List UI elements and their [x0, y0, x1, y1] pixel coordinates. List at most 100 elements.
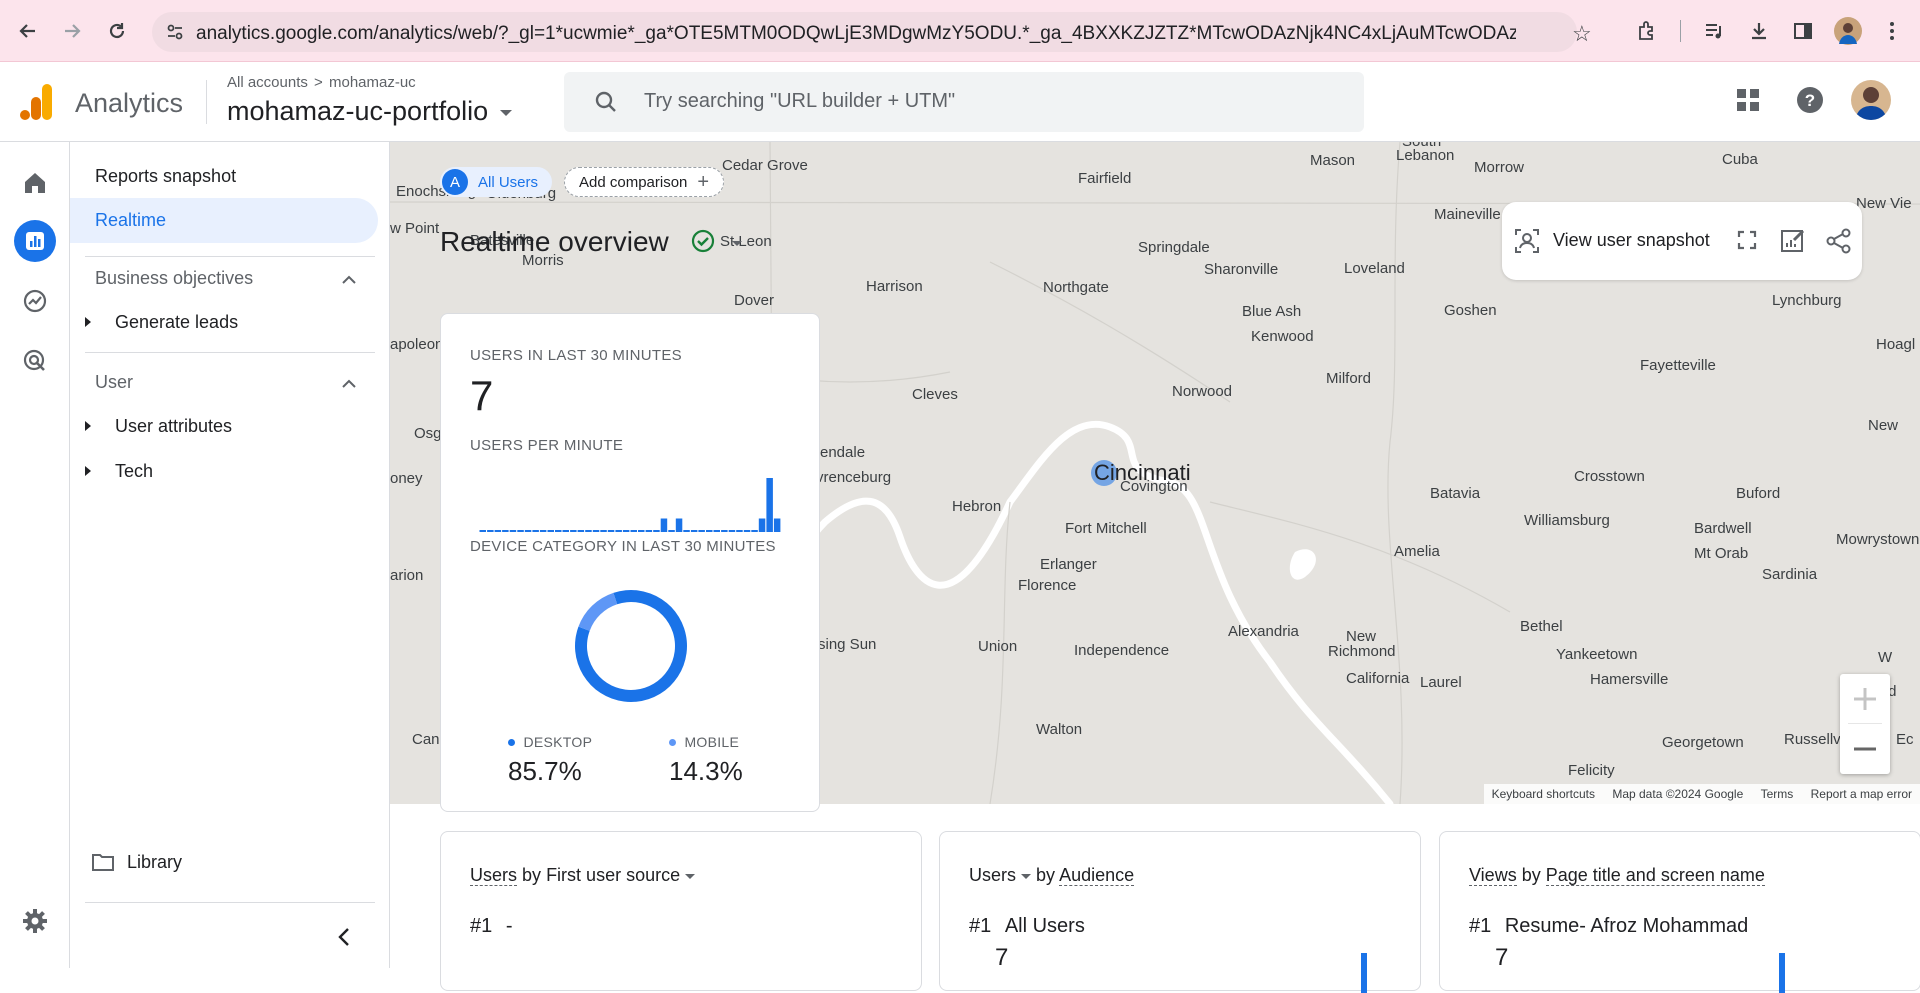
- map-place-label: Springdale: [1138, 239, 1210, 256]
- breadcrumb-account[interactable]: mohamaz-uc: [329, 74, 416, 91]
- map-place-label: Williamsburg: [1524, 512, 1610, 529]
- map-place-label: Union: [978, 638, 1018, 655]
- dimension-dropdown-icon[interactable]: [685, 873, 696, 879]
- help-icon[interactable]: ?: [1796, 86, 1824, 119]
- page-title-text: Realtime overview: [440, 226, 669, 257]
- chevron-up-icon[interactable]: [342, 272, 356, 290]
- share-icon[interactable]: [1826, 228, 1852, 259]
- property-name[interactable]: mohamaz-uc-portfolio: [227, 96, 488, 126]
- breadcrumb[interactable]: All accounts > mohamaz-uc: [227, 74, 416, 91]
- per-minute-bar: [713, 530, 720, 532]
- fullscreen-icon[interactable]: [1737, 230, 1757, 255]
- bookmark-star-icon[interactable]: ☆: [1572, 21, 1592, 47]
- expand-caret-icon[interactable]: [85, 317, 91, 327]
- rank-label: #1: [969, 915, 992, 937]
- reports-icon[interactable]: [14, 220, 56, 262]
- section-business-objectives[interactable]: Business objectives: [95, 268, 253, 289]
- apps-grid-icon[interactable]: [1736, 88, 1760, 117]
- section-user[interactable]: User: [95, 372, 133, 393]
- map-place-label: Mt Orab: [1694, 545, 1749, 562]
- map-place-label: Northgate: [1043, 279, 1109, 296]
- admin-gear-icon[interactable]: [14, 900, 56, 942]
- per-minute-bar: [479, 530, 486, 532]
- per-minute-bar: [690, 530, 698, 532]
- media-controls-icon[interactable]: [1700, 17, 1728, 45]
- dimension-selector[interactable]: Audience: [1059, 865, 1135, 886]
- map-place-label: endale: [820, 444, 866, 461]
- map-keyboard-shortcuts[interactable]: Keyboard shortcuts: [1492, 787, 1595, 801]
- nav-user-attributes[interactable]: User attributes: [115, 416, 232, 437]
- dimension-selector[interactable]: First user source: [546, 865, 680, 885]
- add-comparison-button[interactable]: Add comparison +: [564, 167, 724, 197]
- device-donut-chart: [575, 590, 687, 702]
- map-place-label: Batavia: [1430, 485, 1481, 502]
- account-avatar[interactable]: [1851, 80, 1891, 120]
- dropdown-arrow-icon[interactable]: [499, 109, 512, 116]
- expand-caret-icon[interactable]: [85, 421, 91, 431]
- advertising-icon[interactable]: [14, 340, 56, 382]
- search-input[interactable]: Try searching "URL builder + UTM": [644, 90, 955, 113]
- explore-icon[interactable]: [14, 280, 56, 322]
- zoom-in-icon[interactable]: [1852, 686, 1878, 717]
- extensions-icon[interactable]: [1633, 17, 1661, 45]
- customize-report-icon[interactable]: [1780, 228, 1806, 259]
- segment-chip-all-users[interactable]: A All Users: [440, 167, 552, 197]
- nav-realtime[interactable]: Realtime: [70, 198, 378, 243]
- chevron-up-icon[interactable]: [342, 376, 356, 394]
- legend-mobile: MOBILE 14.3%: [669, 734, 759, 787]
- card-top-row: #1 Resume- Afroz Mohammad: [1469, 915, 1748, 938]
- nav-generate-leads[interactable]: Generate leads: [115, 312, 238, 333]
- title-dropdown-icon[interactable]: [732, 241, 743, 247]
- map-terms[interactable]: Terms: [1761, 787, 1794, 801]
- side-navigation: Reports snapshot Realtime Business objec…: [70, 142, 390, 968]
- nav-reports-snapshot[interactable]: Reports snapshot: [95, 166, 236, 187]
- side-panel-icon[interactable]: [1789, 17, 1817, 45]
- map-place-label: Bardwell: [1694, 520, 1752, 537]
- users-per-minute-label: USERS PER MINUTE: [470, 437, 624, 454]
- nav-library[interactable]: Library: [127, 852, 182, 873]
- reload-icon[interactable]: [101, 15, 133, 47]
- metric-selector[interactable]: Views: [1469, 865, 1517, 886]
- nav-divider: [85, 902, 375, 903]
- expand-caret-icon[interactable]: [85, 466, 91, 476]
- per-minute-bar: [615, 530, 622, 532]
- collapse-chevron-icon[interactable]: [338, 927, 350, 952]
- per-minute-bar: [645, 530, 653, 532]
- per-minute-bar: [562, 530, 569, 532]
- nav-tech[interactable]: Tech: [115, 461, 153, 482]
- map-place-label: Georgetown: [1662, 734, 1744, 751]
- map-place-label: Milford: [1326, 370, 1372, 387]
- rank-item: Resume- Afroz Mohammad: [1504, 915, 1749, 937]
- mobile-value: 14.3%: [669, 756, 743, 786]
- download-icon[interactable]: [1745, 17, 1773, 45]
- per-minute-bar: [736, 530, 743, 532]
- forward-icon[interactable]: [56, 15, 88, 47]
- home-icon[interactable]: [14, 162, 56, 204]
- metric-selector[interactable]: Users: [969, 865, 1016, 885]
- metric-dropdown-icon[interactable]: [1021, 873, 1032, 879]
- per-minute-bar: [773, 518, 781, 532]
- map-report-error[interactable]: Report a map error: [1811, 787, 1912, 801]
- per-minute-bar: [487, 530, 494, 532]
- browser-menu-icon[interactable]: [1878, 17, 1906, 45]
- map-place-label: Fairfield: [1078, 170, 1132, 187]
- map-place-label: Laurel: [1420, 674, 1462, 691]
- view-user-snapshot-button[interactable]: View user snapshot: [1553, 230, 1710, 251]
- map-place-label: Richmond: [1328, 643, 1396, 660]
- property-selector[interactable]: mohamaz-uc-portfolio: [227, 96, 512, 127]
- profile-avatar[interactable]: [1834, 17, 1862, 45]
- site-info-icon[interactable]: [166, 23, 184, 46]
- zoom-out-icon[interactable]: [1852, 736, 1878, 767]
- map-place-label: Norwood: [1172, 383, 1233, 400]
- address-bar[interactable]: analytics.google.com/analytics/web/?_gl=…: [152, 12, 1592, 52]
- per-minute-bar: [743, 530, 751, 532]
- search-bar[interactable]: Try searching "URL builder + UTM": [564, 72, 1364, 132]
- user-snapshot-icon[interactable]: [1514, 228, 1540, 259]
- breadcrumb-all-accounts[interactable]: All accounts: [227, 74, 308, 91]
- analytics-logo[interactable]: [20, 84, 52, 120]
- metric-selector[interactable]: Users: [470, 865, 518, 886]
- rank-label: #1: [1469, 915, 1492, 937]
- dimension-selector[interactable]: Page title and screen name: [1545, 865, 1765, 886]
- map-place-label: Alexandria: [1228, 623, 1299, 640]
- back-icon[interactable]: [12, 15, 44, 47]
